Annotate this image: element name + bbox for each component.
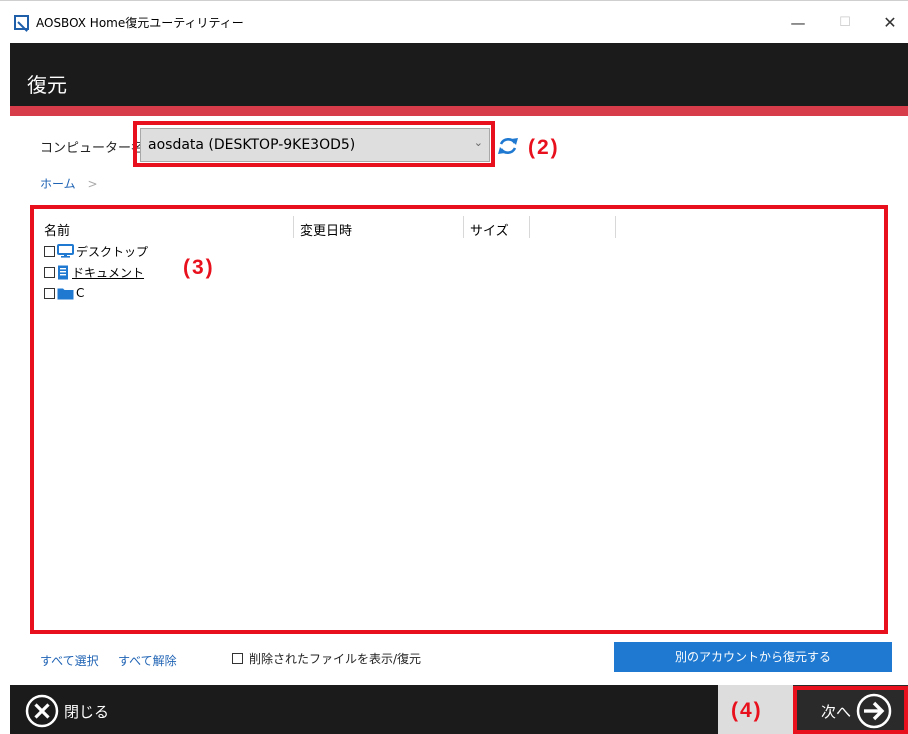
breadcrumb-home-link[interactable]: ホーム: [40, 177, 76, 191]
show-deleted-toggle[interactable]: 削除されたファイルを表示/復元: [232, 650, 421, 667]
close-button[interactable]: 閉じる: [24, 694, 109, 728]
show-deleted-label: 削除されたファイルを表示/復元: [249, 652, 422, 666]
deselect-all-link[interactable]: すべて解除: [118, 652, 177, 669]
restore-from-other-account-button[interactable]: 別のアカウントから復元する: [614, 642, 892, 672]
breadcrumb-separator: >: [87, 177, 98, 191]
annotation-label-2: (2): [528, 136, 560, 159]
page-header: 復元: [10, 43, 908, 106]
refresh-icon[interactable]: [497, 135, 519, 157]
annotation-label-3: (3): [183, 256, 215, 279]
window-title: AOSBOX Home復元ユーティリティー: [36, 16, 244, 30]
window-titlebar: AOSBOX Home復元ユーティリティー — ☐ ✕: [0, 0, 908, 43]
annotation-label-4: (4): [731, 699, 763, 722]
app-logo-icon: [14, 15, 29, 30]
select-all-link[interactable]: すべて選択: [40, 652, 99, 669]
close-circle-icon: [25, 694, 59, 728]
page-title: 復元: [27, 73, 67, 97]
window-close-button[interactable]: ✕: [875, 9, 905, 37]
annotation-box-3: [30, 205, 888, 634]
breadcrumb: ホーム >: [40, 175, 98, 192]
close-button-label: 閉じる: [64, 702, 110, 721]
annotation-box-4: [793, 686, 908, 734]
show-deleted-checkbox[interactable]: [232, 653, 243, 664]
maximize-button[interactable]: ☐: [830, 9, 860, 37]
annotation-box-2: [133, 121, 495, 167]
minimize-button[interactable]: —: [783, 9, 813, 37]
accent-band: [10, 106, 908, 116]
